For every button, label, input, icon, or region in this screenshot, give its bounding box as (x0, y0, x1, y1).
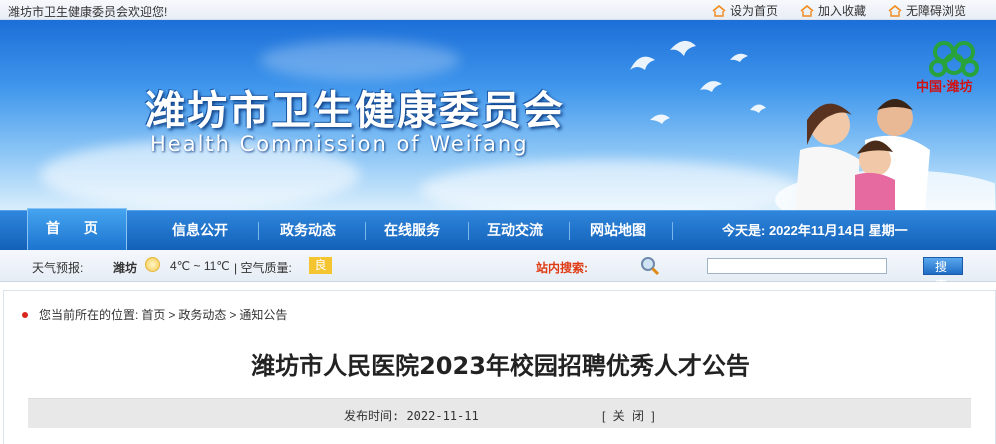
breadcrumb-home[interactable]: 首页 (141, 306, 165, 323)
family-photo (775, 99, 995, 210)
nav-home[interactable]: 首 页 (27, 208, 127, 250)
nav-information-disclosure[interactable]: 信息公开 (172, 211, 228, 251)
breadcrumb-prefix: 您当前所在的位置: (39, 308, 139, 322)
weather-temperature: 4℃ ~ 11℃ (170, 259, 230, 273)
add-favorite-label: 加入收藏 (817, 4, 866, 18)
nav-divider (468, 222, 469, 240)
breadcrumb: 您当前所在的位置: 首页 > 政务动态 > 通知公告 (22, 306, 287, 323)
article-meta-bar: 发布时间: 2022-11-11 [ 关 闭 ] (28, 398, 971, 428)
breadcrumb-government-news[interactable]: 政务动态 (178, 306, 226, 323)
main-navigation: 首 页 信息公开 政务动态 在线服务 互动交流 网站地图 今天是: 2022年1… (0, 208, 996, 251)
close-button[interactable]: [ 关 闭 ] (602, 407, 657, 424)
nav-online-services[interactable]: 在线服务 (384, 211, 440, 251)
breadcrumb-separator: > (168, 307, 176, 322)
article-title: 潍坊市人民医院2023年校园招聘优秀人才公告 (251, 352, 750, 380)
cloud-decoration (420, 160, 800, 210)
weather-city: 潍坊 (113, 261, 138, 275)
nav-divider (569, 222, 570, 240)
accessibility-label: 无障碍浏览 (905, 4, 966, 18)
publish-time: 发布时间: 2022-11-11 (344, 409, 479, 423)
air-quality-badge: 良 (309, 257, 332, 274)
accessibility-link[interactable]: 无障碍浏览 (888, 2, 966, 19)
nav-divider (258, 222, 259, 240)
nav-site-map[interactable]: 网站地图 (590, 211, 646, 251)
nav-government-news[interactable]: 政务动态 (280, 211, 336, 251)
home-icon (888, 4, 902, 17)
article-panel: 您当前所在的位置: 首页 > 政务动态 > 通知公告 潍坊市人民医院2023年校… (3, 290, 996, 444)
search-input[interactable] (707, 258, 887, 274)
set-homepage-label: 设为首页 (729, 4, 778, 18)
sunny-weather-icon (145, 257, 160, 272)
add-favorite-link[interactable]: 加入收藏 (800, 2, 866, 19)
home-icon (712, 4, 726, 17)
welcome-text: 潍坊市卫生健康委员会欢迎您! (8, 5, 168, 19)
nav-divider (672, 222, 673, 240)
set-homepage-link[interactable]: 设为首页 (712, 2, 778, 19)
header-banner: 潍坊市卫生健康委员会 Health Commission of Weifang … (0, 20, 996, 210)
utility-links: 设为首页 加入收藏 无障碍浏览 (712, 2, 966, 19)
weather-search-bar: 天气预报: 潍坊 4℃ ~ 11℃ | 空气质量: 良 站内搜索: 搜 索 (0, 250, 996, 292)
breadcrumb-separator: > (229, 307, 237, 322)
top-utility-bar: 潍坊市卫生健康委员会欢迎您! 设为首页 加入收藏 无障碍浏览 (0, 0, 996, 20)
home-icon (800, 4, 814, 17)
site-subtitle-english: Health Commission of Weifang (150, 132, 529, 156)
breadcrumb-notices[interactable]: 通知公告 (239, 306, 287, 323)
site-title: 潍坊市卫生健康委员会 (145, 88, 565, 134)
cloud-decoration (260, 40, 460, 80)
search-icon (641, 257, 660, 276)
weather-label: 天气预报: (32, 261, 84, 275)
logo-caption: 中国·潍坊 (916, 80, 973, 95)
current-date: 今天是: 2022年11月14日 星期一 (722, 223, 908, 238)
site-search-label: 站内搜索: (536, 261, 588, 275)
nav-interaction[interactable]: 互动交流 (487, 211, 543, 251)
air-quality-label: | 空气质量: (234, 261, 292, 275)
search-button[interactable]: 搜 索 (923, 257, 963, 292)
bullet-dot-icon (22, 311, 28, 318)
nav-divider (365, 222, 366, 240)
